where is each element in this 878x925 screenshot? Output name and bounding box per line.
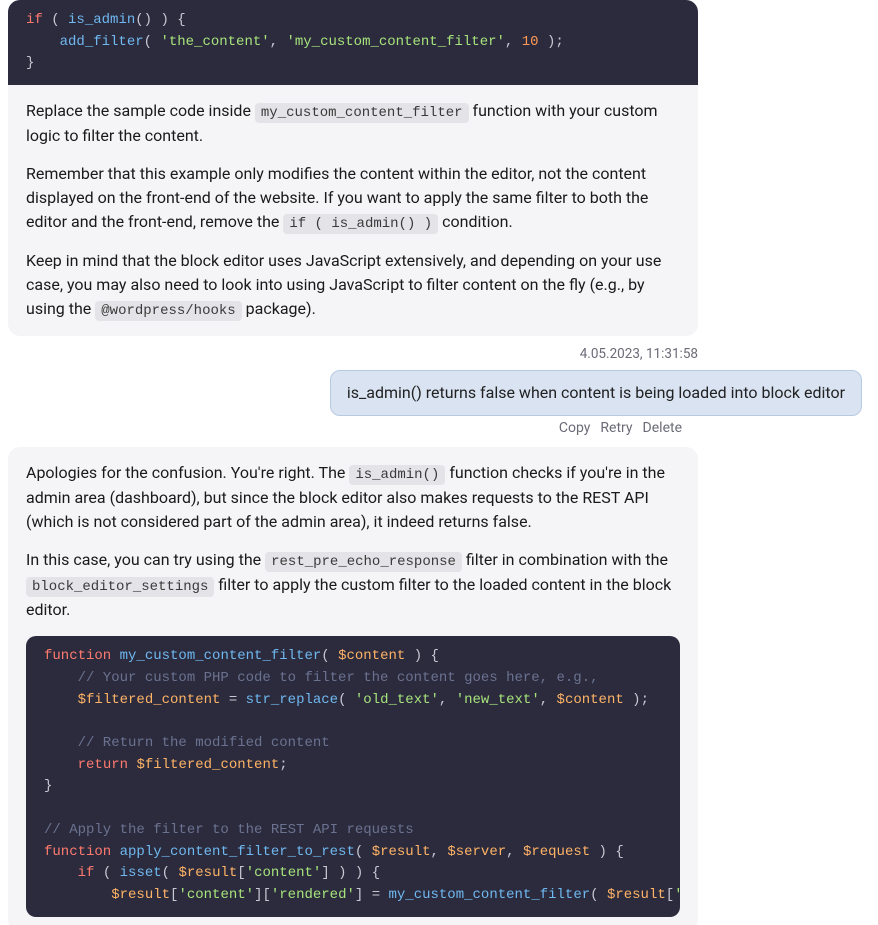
- paragraph: Apologies for the confusion. You're righ…: [26, 461, 680, 534]
- copy-button[interactable]: Copy: [559, 418, 591, 439]
- inline-code: is_admin(): [349, 465, 445, 485]
- assistant-message-1: if ( is_admin() ) { add_filter( 'the_con…: [8, 0, 698, 336]
- paragraph: Remember that this example only modifies…: [26, 162, 680, 235]
- delete-button[interactable]: Delete: [643, 418, 682, 439]
- timestamp: 4.05.2023, 11:31:58: [0, 344, 698, 364]
- code-block-1: if ( is_admin() ) { add_filter( 'the_con…: [8, 0, 698, 85]
- inline-code: if ( is_admin() ): [283, 214, 438, 234]
- inline-code: rest_pre_echo_response: [265, 552, 462, 572]
- paragraph: Replace the sample code inside my_custom…: [26, 99, 680, 148]
- message-actions: Copy Retry Delete: [0, 418, 682, 439]
- retry-button[interactable]: Retry: [600, 418, 632, 439]
- inline-code: my_custom_content_filter: [255, 103, 469, 123]
- user-message-row: is_admin() returns false when content is…: [0, 370, 862, 416]
- paragraph: In this case, you can try using the rest…: [26, 548, 680, 622]
- assistant-message-2: Apologies for the confusion. You're righ…: [8, 447, 698, 925]
- code-block-2: function my_custom_content_filter( $cont…: [26, 636, 680, 916]
- user-message: is_admin() returns false when content is…: [330, 370, 862, 416]
- inline-code: @wordpress/hooks: [95, 301, 241, 321]
- inline-code: block_editor_settings: [26, 577, 214, 597]
- paragraph: Keep in mind that the block editor uses …: [26, 249, 680, 322]
